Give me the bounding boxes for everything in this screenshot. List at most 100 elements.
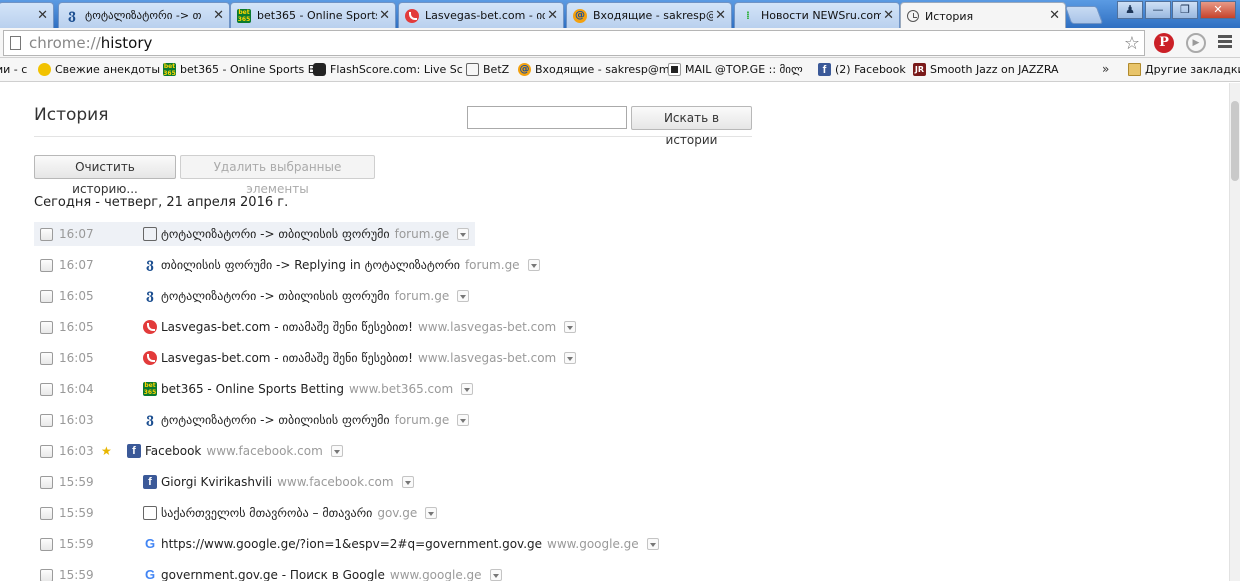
entry-menu-dropdown-icon[interactable] xyxy=(646,538,659,550)
restore-button[interactable]: ❐ xyxy=(1172,1,1198,19)
close-icon[interactable]: ✕ xyxy=(883,8,894,23)
entry-checkbox[interactable] xyxy=(40,413,53,427)
tab-newsru[interactable]: ⁞ Новости NEWSru.com ✕ xyxy=(734,2,900,28)
play-icon[interactable]: ▶ xyxy=(1186,33,1206,53)
tab-history[interactable]: История ✕ xyxy=(900,2,1066,29)
tab-mail[interactable]: @ Входящие - sakresp@m ✕ xyxy=(566,2,732,28)
entry-domain[interactable]: forum.ge xyxy=(395,289,450,303)
entry-title[interactable]: bet365 - Online Sports Betting xyxy=(161,382,344,396)
bookmark-item[interactable]: JR Smooth Jazz on JAZZRA xyxy=(913,63,1059,76)
entry-domain[interactable]: www.facebook.com xyxy=(206,444,322,458)
entry-title[interactable]: საქართველოს მთავრობა – მთავარი xyxy=(161,506,372,520)
entry-menu-dropdown-icon[interactable] xyxy=(457,414,470,426)
entry-menu-dropdown-icon[interactable] xyxy=(461,383,474,395)
entry-domain[interactable]: www.lasvegas-bet.com xyxy=(418,351,556,365)
bookmarks-overflow-button[interactable]: » xyxy=(1102,62,1109,76)
history-entry[interactable]: 16:05 Lasvegas-bet.com - ითამაშე შენი წეს… xyxy=(34,315,582,339)
entry-domain[interactable]: www.facebook.com xyxy=(277,475,393,489)
entry-domain[interactable]: www.google.ge xyxy=(547,537,639,551)
entry-checkbox[interactable] xyxy=(40,351,53,365)
entry-domain[interactable]: www.bet365.com xyxy=(349,382,453,396)
entry-menu-dropdown-icon[interactable] xyxy=(527,259,540,271)
entry-checkbox[interactable] xyxy=(40,475,53,489)
bookmark-item[interactable]: FlashScore.com: Live Sc xyxy=(313,63,463,76)
history-entry[interactable]: 16:07 ვ თბილისის ფორუმი -> Replying in ტოტ… xyxy=(34,253,546,277)
history-entry[interactable]: 16:03 ვ ტოტალიზატორი -> თბილისის ფორუმი for… xyxy=(34,408,475,432)
bookmark-item[interactable]: f (2) Facebook xyxy=(818,63,906,76)
entry-checkbox[interactable] xyxy=(40,258,53,272)
other-bookmarks[interactable]: Другие закладки xyxy=(1128,63,1240,76)
history-entry[interactable]: 16:07 ტოტალიზატორი -> თბილისის ფორუმი foru… xyxy=(34,222,476,246)
entry-checkbox[interactable] xyxy=(40,289,53,303)
bookmark-star-icon[interactable]: ☆ xyxy=(1124,33,1140,54)
close-icon[interactable]: ✕ xyxy=(37,8,48,23)
menu-icon[interactable] xyxy=(1218,35,1232,50)
entry-menu-dropdown-icon[interactable] xyxy=(564,321,577,333)
entry-title[interactable]: Lasvegas-bet.com - ითამაშე შენი წესებით! xyxy=(161,320,413,334)
entry-menu-dropdown-icon[interactable] xyxy=(457,290,470,302)
bookmark-item[interactable]: MAIL @TOP.GE :: მილ xyxy=(668,63,803,76)
bookmark-item[interactable]: @ Входящие - sakresp@m xyxy=(518,63,670,76)
entry-domain[interactable]: forum.ge xyxy=(395,227,450,241)
bookmark-item[interactable]: bet 365 bet365 - Online Sports B xyxy=(163,63,315,77)
entry-menu-dropdown-icon[interactable] xyxy=(425,507,438,519)
minimize-button[interactable]: — xyxy=(1145,1,1171,19)
entry-domain[interactable]: gov.ge xyxy=(377,506,417,520)
search-history-button[interactable]: Искать в истории xyxy=(631,106,752,147)
entry-checkbox[interactable] xyxy=(40,537,53,551)
close-icon[interactable]: ✕ xyxy=(547,8,558,23)
clear-history-button[interactable]: Очистить историю... xyxy=(34,155,176,196)
history-entry[interactable]: 15:59 Ghttps://www.google.ge/?ion=1&espv=… xyxy=(34,532,665,556)
entry-checkbox[interactable] xyxy=(40,320,53,334)
omnibox[interactable]: chrome://history ☆ xyxy=(3,30,1145,56)
close-icon[interactable]: ✕ xyxy=(715,8,726,23)
entry-domain[interactable]: forum.ge xyxy=(465,258,520,272)
entry-domain[interactable]: forum.ge xyxy=(395,413,450,427)
entry-title[interactable]: ტოტალიზატორი -> თბილისის ფორუმი xyxy=(161,289,390,303)
pinterest-icon[interactable]: P xyxy=(1154,33,1174,53)
history-entry[interactable]: 16:04 bet 365 bet365 - Online Sports Bettin… xyxy=(34,377,479,401)
entry-title[interactable]: ტოტალიზატორი -> თბილისის ფორუმი xyxy=(161,413,390,427)
entry-title[interactable]: თბილისის ფორუმი -> Replying in ტოტალიზატ… xyxy=(161,258,460,272)
entry-checkbox[interactable] xyxy=(40,227,53,241)
scrollbar[interactable] xyxy=(1229,83,1240,581)
history-search-input[interactable] xyxy=(467,106,627,129)
entry-menu-dropdown-icon[interactable] xyxy=(489,569,502,581)
bookmark-item[interactable]: ии - с xyxy=(0,63,27,76)
entry-domain[interactable]: www.lasvegas-bet.com xyxy=(418,320,556,334)
entry-title[interactable]: https://www.google.ge/?ion=1&espv=2#q=go… xyxy=(161,537,542,551)
delete-selected-button[interactable]: Удалить выбранные элементы xyxy=(180,155,375,196)
entry-menu-dropdown-icon[interactable] xyxy=(330,445,343,457)
entry-domain[interactable]: www.google.ge xyxy=(390,568,482,581)
entry-checkbox[interactable] xyxy=(40,382,53,396)
entry-checkbox[interactable] xyxy=(40,568,53,581)
bookmark-item[interactable]: Свежие анекдоты xyxy=(38,63,160,76)
history-entry[interactable]: 15:59 საქართველოს მთავრობა – მთავარი gov.g… xyxy=(34,501,443,525)
entry-menu-dropdown-icon[interactable] xyxy=(564,352,577,364)
tab-bet365[interactable]: bet365 bet365 - Online Sports B ✕ xyxy=(230,2,396,28)
entry-title[interactable]: Giorgi Kvirikashvili xyxy=(161,475,272,489)
scrollbar-thumb[interactable] xyxy=(1231,101,1239,181)
history-entry[interactable]: 16:03 ★ f Facebook www.facebook.com xyxy=(34,439,349,463)
new-tab-button[interactable] xyxy=(1064,6,1104,24)
entry-checkbox[interactable] xyxy=(40,444,53,458)
entry-title[interactable]: Facebook xyxy=(145,444,201,458)
user-icon[interactable]: ♟ xyxy=(1117,1,1143,19)
close-icon[interactable]: ✕ xyxy=(213,8,224,23)
entry-title[interactable]: government.gov.ge - Поиск в Google xyxy=(161,568,385,581)
tab-lasvegas[interactable]: Lasvegas-bet.com - ით ✕ xyxy=(398,2,564,28)
close-icon[interactable]: ✕ xyxy=(379,8,390,23)
history-entry[interactable]: 16:05 ვ ტოტალიზატორი -> თბილისის ფორუმი for… xyxy=(34,284,475,308)
entry-menu-dropdown-icon[interactable] xyxy=(401,476,414,488)
bookmark-item[interactable]: BetZ xyxy=(466,63,509,76)
entry-checkbox[interactable] xyxy=(40,506,53,520)
tab-forum[interactable]: ვ ტოტალიზატორი -> თ ✕ xyxy=(58,2,230,28)
close-icon[interactable]: ✕ xyxy=(1049,8,1060,23)
history-entry[interactable]: 15:59 Ggovernment.gov.ge - Поиск в Google… xyxy=(34,563,508,581)
history-entry[interactable]: 15:59 f Giorgi Kvirikashvili www.facebook.c… xyxy=(34,470,420,494)
window-close-button[interactable]: ✕ xyxy=(1200,1,1236,19)
entry-title[interactable]: ტოტალიზატორი -> თბილისის ფორუმი xyxy=(161,227,390,241)
tab-fragment[interactable]: ✕ xyxy=(0,2,54,28)
entry-title[interactable]: Lasvegas-bet.com - ითამაშე შენი წესებით! xyxy=(161,351,413,365)
history-entry[interactable]: 16:05 Lasvegas-bet.com - ითამაშე შენი წეს… xyxy=(34,346,582,370)
